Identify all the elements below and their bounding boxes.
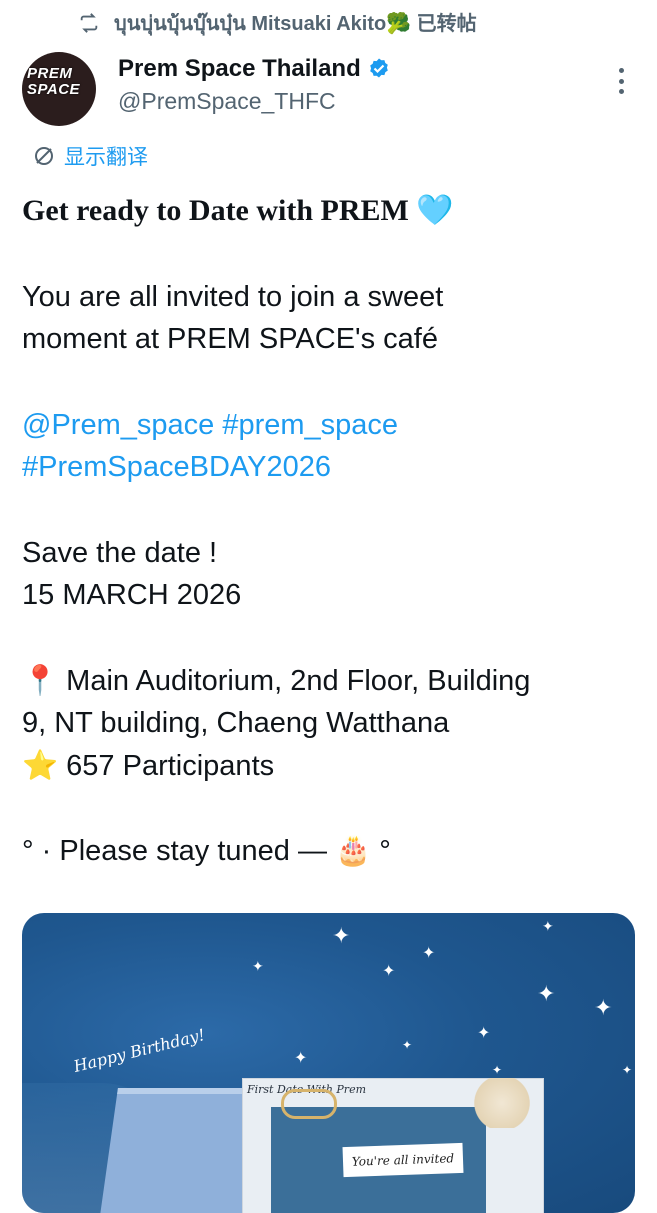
star-icon: ✦: [542, 918, 554, 934]
star-icon: ✦: [622, 1063, 633, 1077]
retweet-icon: [80, 13, 98, 33]
tweet-text: Get ready to Date with PREM 🩵 You are al…: [22, 190, 634, 873]
translate-icon: [35, 147, 53, 165]
author-handle[interactable]: @PremSpace_THFC: [118, 88, 391, 115]
tweet-line: 9, NT building, Chaeng Watthana: [22, 707, 450, 739]
more-options-icon[interactable]: [617, 68, 625, 94]
author-name[interactable]: Prem Space Thailand: [118, 55, 361, 83]
tweet-line: Save the date !: [22, 536, 218, 569]
star-icon: ✦: [294, 1050, 308, 1067]
star-icon: ✦: [492, 1063, 503, 1077]
card-ribbon: You're all invited: [342, 1142, 464, 1178]
translation-label: 显示翻译: [64, 146, 148, 169]
retweet-text: บุนบุ่นบุ้นบุ๊นบุ๋น Mitsuaki Akito🥦 已转帖: [114, 13, 477, 35]
tweet-line: You are all invited to join a sweet: [22, 280, 444, 313]
star-icon: ✦: [594, 995, 613, 1020]
tweet-line: 15 MARCH 2026: [22, 579, 242, 611]
happy-birthday-text: Happy Birthday!: [71, 1025, 207, 1077]
star-icon: ✦: [382, 963, 396, 980]
author-block: Prem Space Thailand @PremSpace_THFC: [118, 52, 391, 115]
rose-decoration: [472, 1078, 532, 1128]
tweet-headline: Get ready to Date with PREM 🩵: [22, 194, 454, 227]
avatar[interactable]: PREM SPACE: [22, 52, 96, 126]
mention-link[interactable]: @Prem_space: [22, 409, 214, 441]
tweet-line: ° · Please stay tuned — 🎂 °: [22, 835, 391, 867]
star-icon: ✦: [252, 958, 264, 974]
star-icon: ✦: [422, 945, 436, 962]
star-icon: ✦: [402, 1038, 413, 1052]
retweet-bar[interactable]: บุนบุ่นบุ้นบุ๊นบุ๋น Mitsuaki Akito🥦 已转帖: [78, 8, 477, 38]
verified-badge-icon: [369, 58, 388, 78]
star-icon: ✦: [477, 1025, 491, 1042]
show-translation-link[interactable]: 显示翻译: [32, 141, 148, 171]
tweet-line: moment at PREM SPACE's café: [22, 323, 438, 355]
tweet-line: 📍 Main Auditorium, 2nd Floor, Building: [22, 664, 531, 697]
tweet-media-image[interactable]: ✦ ✦ ✦ ✦ ✦ ✦ ✦ ✦ ✦ ✦ ✦ ✦ Happy Birthday! …: [22, 913, 635, 1213]
avatar-logo: PREM SPACE: [27, 65, 81, 98]
hashtag-link[interactable]: #prem_space: [222, 409, 398, 441]
star-icon: ✦: [332, 923, 351, 948]
paperclip-decoration: [281, 1089, 337, 1119]
tweet-line: ⭐ 657 Participants: [22, 749, 275, 782]
star-icon: ✦: [537, 981, 556, 1006]
author-name-row: Prem Space Thailand: [118, 52, 391, 86]
hashtag-link[interactable]: #PremSpaceBDAY2026: [22, 451, 331, 483]
